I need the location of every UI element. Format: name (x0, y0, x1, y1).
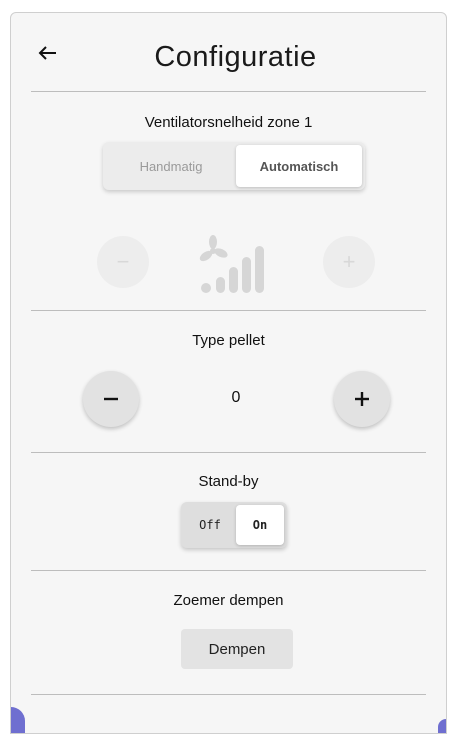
fan-mode-segmented-control: Handmatig Automatisch (103, 142, 365, 190)
mute-buzzer-button[interactable]: Dempen (181, 629, 293, 669)
standby-off-option[interactable]: Off (184, 505, 236, 545)
pellet-increase-button[interactable] (334, 371, 390, 427)
standby-label: Stand-by (198, 473, 259, 490)
divider (31, 452, 426, 453)
mode-automatisch[interactable]: Automatisch (236, 145, 362, 187)
pellet-type-value: 0 (231, 389, 241, 406)
fan-decrease-button[interactable]: − (97, 236, 149, 288)
divider (31, 570, 426, 571)
divider (31, 694, 426, 695)
window-corner-accent (438, 719, 446, 733)
fan-speed-label: Ventilatorsnelheid zone 1 (144, 114, 313, 131)
header: Configuratie (11, 13, 446, 91)
plus-icon (355, 392, 369, 406)
page-title: Configuratie (154, 41, 317, 73)
fan-speed-icon (199, 235, 264, 293)
app-window: Configuratie Ventilatorsnelheid zone 1 H… (10, 12, 447, 734)
buzzer-label: Zoemer dempen (173, 592, 284, 609)
plus-icon: + (342, 249, 356, 274)
minus-icon (104, 397, 118, 401)
minus-icon: − (116, 249, 130, 274)
standby-on-option[interactable]: On (236, 505, 284, 545)
fan-increase-button[interactable]: + (323, 236, 375, 288)
divider (31, 310, 426, 311)
pellet-type-label: Type pellet (192, 332, 265, 349)
divider (31, 91, 426, 92)
pellet-decrease-button[interactable] (83, 371, 139, 427)
standby-toggle: Off On (181, 502, 287, 548)
mode-handmatig[interactable]: Handmatig (106, 145, 236, 187)
window-corner-accent (11, 707, 25, 733)
